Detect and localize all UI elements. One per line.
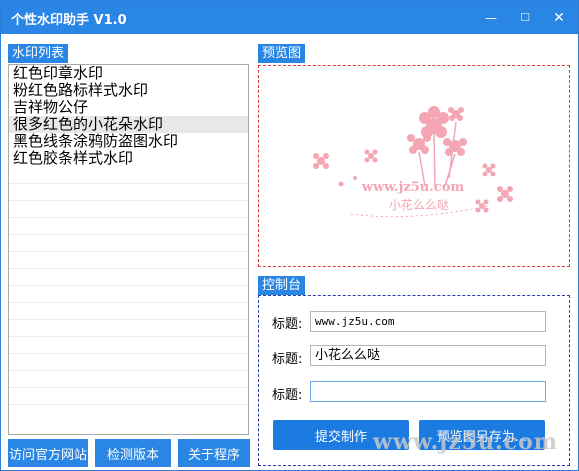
check-version-button[interactable]: 检测版本 <box>95 439 171 467</box>
list-empty-row <box>9 184 248 201</box>
list-item[interactable]: 很多红色的小花朵水印 <box>9 116 248 133</box>
minimize-button[interactable]: — <box>474 1 508 34</box>
preview-panel: www.jz5u.com 小花么么哒 <box>258 65 570 267</box>
list-empty-row <box>9 269 248 286</box>
list-item[interactable]: 红色胶条样式水印 <box>9 150 248 167</box>
list-item[interactable]: 红色印章水印 <box>9 65 248 82</box>
close-button[interactable]: ✕ <box>542 1 576 34</box>
list-empty-row <box>9 201 248 218</box>
minimize-icon: — <box>485 10 497 25</box>
preview-image-line2: 小花么么哒 <box>389 197 449 212</box>
list-empty-row <box>9 218 248 235</box>
preview-image: www.jz5u.com 小花么么哒 <box>313 106 513 218</box>
list-empty-row <box>9 337 248 354</box>
maximize-icon: ☐ <box>520 11 530 24</box>
flower-icon <box>313 106 513 213</box>
field-label-3: 标题: <box>272 388 303 403</box>
watermark-list-label: 水印列表 <box>8 44 69 63</box>
list-item[interactable]: 吉祥物公仔 <box>9 99 248 116</box>
list-empty-row <box>9 371 248 388</box>
app-window: 个性水印助手 V1.0 — ☐ ✕ 水印列表 红色印章水印 粉红色路标样式水印 吉祥… <box>0 0 579 471</box>
maximize-button[interactable]: ☐ <box>508 1 542 34</box>
title-input-3[interactable] <box>310 381 546 402</box>
preview-label: 预览图 <box>258 44 306 63</box>
field-label-1: 标题: <box>272 317 303 332</box>
console-label: 控制台 <box>258 276 306 295</box>
list-empty-row <box>9 303 248 320</box>
list-empty-row <box>9 167 248 184</box>
visit-site-button[interactable]: 访问官方网站 <box>8 439 88 467</box>
list-empty-row <box>9 286 248 303</box>
about-button[interactable]: 关于程序 <box>178 439 250 467</box>
list-empty-row <box>9 354 248 371</box>
title-bar[interactable]: 个性水印助手 V1.0 — ☐ ✕ <box>1 1 578 34</box>
title-input-2[interactable]: 小花么么哒 <box>310 345 546 366</box>
title-input-1[interactable]: www.jz5u.com <box>310 311 546 332</box>
window-title: 个性水印助手 V1.0 <box>11 13 127 28</box>
list-empty-row <box>9 320 248 337</box>
list-empty-row <box>9 388 248 405</box>
watermark-list[interactable]: 红色印章水印 粉红色路标样式水印 吉祥物公仔 很多红色的小花朵水印 黑色线条涂鸦防盗图水… <box>8 64 249 435</box>
corner-watermark: www.jz5u.com <box>373 429 559 455</box>
list-item[interactable]: 粉红色路标样式水印 <box>9 82 248 99</box>
preview-image-line1: www.jz5u.com <box>361 180 464 195</box>
field-label-2: 标题: <box>272 352 303 367</box>
list-empty-row <box>9 252 248 269</box>
close-icon: ✕ <box>553 9 565 26</box>
list-item[interactable]: 黑色线条涂鸦防盗图水印 <box>9 133 248 150</box>
list-empty-row <box>9 235 248 252</box>
